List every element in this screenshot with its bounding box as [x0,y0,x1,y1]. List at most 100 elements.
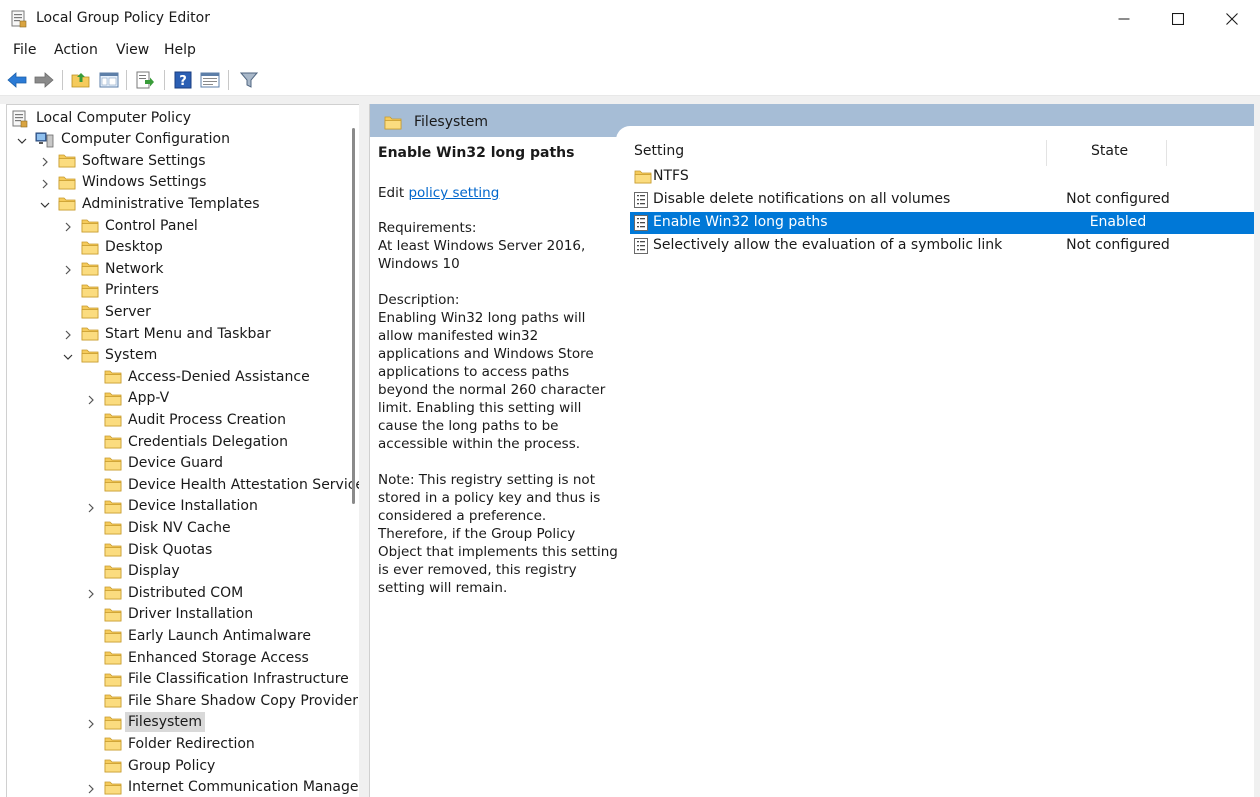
chevron-down-icon[interactable] [17,134,27,144]
setting-icon [634,192,648,212]
folder-icon [104,499,122,514]
folder-icon [58,153,76,168]
close-icon [1226,13,1238,25]
tree-item[interactable]: System [63,345,160,366]
console-tree[interactable]: Local Computer Policy Computer Configurat… [6,104,359,797]
tree-item[interactable]: Access-Denied Assistance [104,366,313,387]
setting-row[interactable]: Disable delete notifications on all volu… [630,189,1254,211]
tree-item-label: Administrative Templates [82,195,260,212]
properties-button[interactable] [199,69,221,91]
maximize-button[interactable] [1150,0,1206,38]
column-header-setting[interactable]: Setting [634,143,684,159]
tree-item-label: Filesystem [125,712,206,733]
tree-item[interactable]: Group Policy [104,755,218,776]
folder-icon [104,542,122,557]
tree-item[interactable]: Audit Process Creation [104,409,289,430]
filter-button[interactable] [238,69,260,91]
tree-item[interactable]: Administrative Templates [40,193,263,214]
tree-item[interactable]: Credentials Delegation [104,431,291,452]
chevron-right-icon[interactable] [40,155,50,167]
tree-item[interactable]: Local Computer Policy [12,107,194,128]
help-button[interactable]: ? [172,69,194,91]
tree-item[interactable]: Distributed COM [88,582,246,603]
tree-item[interactable]: Windows Settings [42,172,209,193]
tree-item[interactable]: Start Menu and Taskbar [65,323,274,344]
pane-gap [0,96,1260,104]
tree-item[interactable]: Device Guard [104,453,226,474]
help-icon: ? [174,71,192,89]
folder-icon [104,456,122,471]
tree-item[interactable]: Early Launch Antimalware [104,625,314,646]
tree-item-label: Windows Settings [82,174,207,191]
tree-item[interactable]: Disk NV Cache [104,517,234,538]
tree-item[interactable]: Device Health Attestation Service [104,474,359,495]
tree-item[interactable]: Enhanced Storage Access [104,647,312,668]
tree-item[interactable]: Desktop [81,237,166,258]
chevron-right-icon[interactable] [86,501,96,513]
setting-row[interactable]: NTFS [630,166,1254,188]
toolbar-separator [62,70,63,90]
tree-item-label: App-V [128,390,170,407]
computer-icon [35,132,55,147]
tree-item[interactable]: Folder Redirection [104,733,258,754]
toolbar-separator [164,70,165,90]
chevron-down-icon[interactable] [40,198,50,209]
tree-item[interactable]: File Classification Infrastructure [104,669,352,690]
back-button[interactable] [6,69,28,91]
chevron-right-icon[interactable] [63,220,73,232]
chevron-right-icon[interactable] [86,587,96,599]
tree-item[interactable]: Printers [81,280,162,301]
column-divider[interactable] [1166,140,1167,166]
tree-item[interactable]: Device Installation [88,496,261,517]
tree-item[interactable]: Filesystem [88,712,206,733]
up-one-level-button[interactable] [70,69,92,91]
edit-policy-setting-link[interactable]: policy setting [408,185,499,201]
folder-icon [58,175,76,190]
menu-action[interactable]: Action [54,42,98,58]
folder-icon [81,261,99,276]
chevron-down-icon[interactable] [63,350,73,360]
setting-row[interactable]: Selectively allow the evaluation of a sy… [630,235,1254,257]
column-header-state[interactable]: State [1091,143,1128,159]
menu-file[interactable]: File [13,42,36,58]
tree-item-label: Enhanced Storage Access [128,649,309,666]
setting-state: Enabled [1089,214,1147,230]
pane-splitter[interactable] [359,104,370,797]
folder-icon [104,412,122,427]
menu-help[interactable]: Help [164,42,196,58]
tree-item[interactable]: File Share Shadow Copy Provider [104,690,359,711]
tree-item[interactable]: Network [65,258,166,279]
show-hide-tree-button[interactable] [98,69,120,91]
close-button[interactable] [1204,0,1260,38]
note-text: Note: This registry setting is not store… [378,472,618,596]
tree-item[interactable]: Internet Communication Managem [88,777,359,797]
folder-icon [634,169,652,188]
tree-scrollbar-thumb[interactable] [352,128,355,504]
tree-item[interactable]: Control Panel [65,215,201,236]
chevron-right-icon[interactable] [40,177,50,189]
folder-icon [104,758,122,773]
tree-item[interactable]: Software Settings [42,150,209,171]
chevron-right-icon[interactable] [86,393,96,405]
chevron-right-icon[interactable] [86,782,96,794]
export-list-button[interactable] [134,69,156,91]
tree-item[interactable]: Display [104,561,183,582]
setting-row[interactable]: Enable Win32 long paths Enabled [630,212,1254,234]
folder-icon [104,607,122,622]
tree-item[interactable]: Disk Quotas [104,539,215,560]
tree-item-label: Server [105,303,151,320]
tree-item[interactable]: Server [81,301,154,322]
tree-item-label: Disk NV Cache [128,519,231,536]
tree-item[interactable]: Driver Installation [104,604,256,625]
column-divider[interactable] [1046,140,1047,166]
minimize-button[interactable] [1096,0,1152,38]
toolbar-separator [228,70,229,90]
tree-item-label: Internet Communication Managem [128,779,359,796]
forward-button[interactable] [33,69,55,91]
tree-item[interactable]: Computer Configuration [17,129,233,150]
tree-item[interactable]: App-V [88,388,172,409]
chevron-right-icon[interactable] [63,263,73,275]
chevron-right-icon[interactable] [86,717,96,729]
menu-view[interactable]: View [116,42,149,58]
chevron-right-icon[interactable] [63,328,73,340]
